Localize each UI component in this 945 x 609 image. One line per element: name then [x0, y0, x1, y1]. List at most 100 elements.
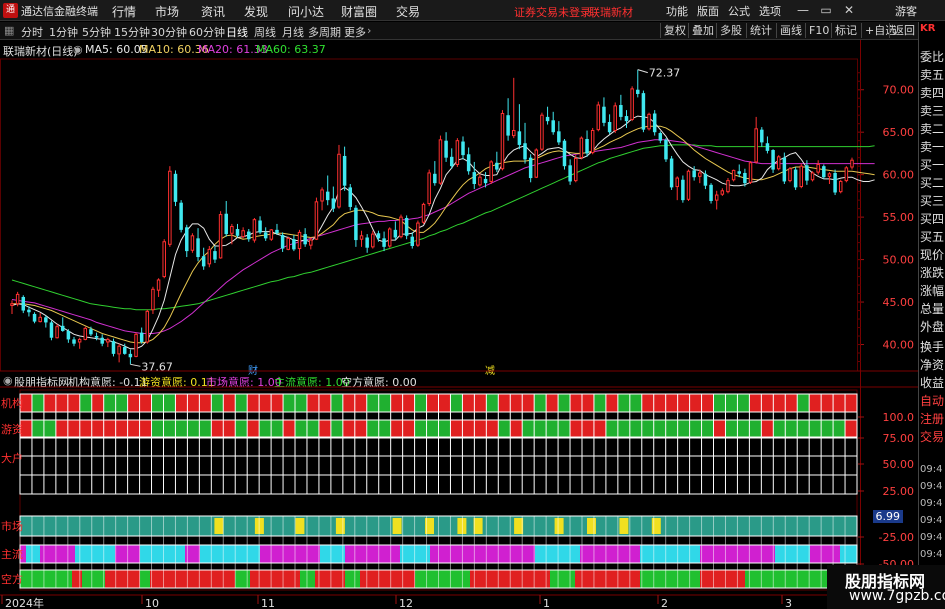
quote-item-20[interactable]: 注册: [920, 410, 944, 427]
candle-body-down: [331, 198, 336, 209]
menu-xuanxiang[interactable]: 选项: [759, 3, 781, 19]
jigou-cell: [330, 394, 343, 412]
youzi-cell: [653, 420, 666, 437]
x-axis-label: 1: [543, 597, 550, 609]
candle-body-up: [399, 216, 403, 238]
youzi-cell: [593, 420, 606, 437]
btn-tongji[interactable]: 统计: [746, 23, 775, 38]
jigou-cell: [605, 394, 618, 412]
shichang-highlight: [295, 518, 305, 534]
menu-faxian[interactable]: 发现: [244, 3, 268, 20]
stock-link[interactable]: 联瑞新材: [589, 4, 633, 20]
indicator-row-label: 游资: [1, 423, 23, 436]
candle-body-up: [145, 310, 150, 343]
period-1min[interactable]: 1分钟: [49, 24, 78, 40]
youzi-cell: [570, 420, 582, 437]
menu-hangqing[interactable]: 行情: [112, 3, 136, 20]
kongfang-segment: [140, 570, 150, 588]
btn-biaoji[interactable]: 标记: [831, 23, 860, 38]
kongfang-segment: [250, 570, 300, 588]
chevron-right-icon[interactable]: ›: [367, 24, 371, 37]
btn-f10[interactable]: F10: [805, 23, 832, 38]
minimize-icon[interactable]: —: [795, 2, 811, 18]
grid-icon[interactable]: ▦: [4, 24, 14, 37]
guest-label[interactable]: 游客: [895, 3, 917, 19]
period-15min[interactable]: 15分钟: [114, 24, 150, 40]
btn-duogu[interactable]: 多股: [716, 23, 745, 38]
candle-body-down: [325, 191, 330, 201]
candle-body-down: [585, 138, 589, 154]
zhuliu-segment: [640, 545, 700, 563]
period-60min[interactable]: 60分钟: [189, 24, 225, 40]
kongfang-segment: [235, 570, 250, 588]
menu-banmian[interactable]: 版面: [697, 3, 719, 19]
shichang-highlight: [473, 518, 483, 534]
maximize-icon[interactable]: ▭: [818, 2, 834, 18]
jigou-cell: [67, 394, 80, 412]
btn-fuquan[interactable]: 复权: [660, 23, 689, 38]
period-monthly[interactable]: 月线: [282, 24, 304, 40]
x-axis-label: 3: [785, 597, 792, 609]
close-icon[interactable]: ✕: [841, 2, 857, 18]
candle-body-down: [393, 229, 398, 238]
jigou-cell: [570, 394, 582, 412]
period-more[interactable]: 更多: [344, 24, 366, 40]
period-fenshi[interactable]: 分时: [21, 24, 43, 40]
price-axis-label: 55.00: [883, 211, 915, 224]
btn-diejia[interactable]: 叠加: [688, 23, 717, 38]
kongfang-segment: [360, 570, 415, 588]
kongfang-segment: [760, 570, 827, 588]
candle-body-down: [49, 322, 54, 338]
kongfang-segment: [82, 570, 105, 588]
candle-body-down: [652, 113, 657, 133]
menu-shichang[interactable]: 市场: [155, 3, 179, 20]
jigou-cell: [749, 394, 762, 412]
jigou-cell: [845, 394, 857, 412]
quote-item-21[interactable]: 交易: [920, 428, 944, 445]
quote-item-4: 卖二: [920, 122, 945, 136]
zhuliu-segment: [535, 545, 565, 563]
period-5min[interactable]: 5分钟: [82, 24, 111, 40]
indicator-row-label: 市场: [1, 519, 23, 533]
menu-caifuquan[interactable]: 财富圈: [341, 3, 377, 20]
quote-item-10: 买五: [920, 230, 945, 244]
menu-wenxiaoda[interactable]: 问小达: [288, 3, 324, 20]
youzi-cell: [426, 420, 439, 437]
youzi-cell: [414, 420, 427, 437]
menu-gongneng[interactable]: 功能: [666, 3, 688, 19]
jigou-cell: [223, 394, 236, 412]
menu-gongshi[interactable]: 公式: [728, 3, 750, 19]
youzi-cell: [713, 420, 726, 437]
candle-body-down: [263, 232, 268, 239]
tick-time-5: 09:4: [920, 549, 943, 560]
candle-body-up: [630, 88, 634, 120]
login-alert[interactable]: 证券交易未登录: [514, 4, 591, 20]
period-weekly[interactable]: 周线: [254, 24, 276, 40]
jigou-cell: [283, 394, 296, 412]
period-daily[interactable]: 日线: [226, 24, 248, 40]
btn-fanhui[interactable]: 返回: [889, 23, 918, 38]
shichang-highlight: [214, 518, 224, 534]
jigou-cell: [402, 394, 415, 412]
youzi-cell: [462, 420, 475, 437]
x-axis-label: 2: [661, 597, 668, 609]
menu-zixun[interactable]: 资讯: [201, 3, 225, 20]
shichang-highlight: [651, 518, 661, 534]
x-axis-label: 11: [261, 597, 275, 609]
period-30min[interactable]: 30分钟: [151, 24, 187, 40]
zhuliu-segment: [580, 545, 640, 563]
candle-body-down: [822, 166, 826, 178]
menu-jiaoyi[interactable]: 交易: [396, 3, 420, 20]
kline-chart[interactable]: 70.00 65.00 60.00 55.00 50.00 45.00 40.00 72.37…: [0, 40, 918, 609]
period-multi[interactable]: 多周期: [308, 24, 341, 40]
candle-body-down: [461, 141, 465, 156]
btn-huaxian[interactable]: 画线: [776, 23, 805, 38]
youzi-cell: [31, 420, 44, 437]
candle-body-down: [743, 172, 747, 184]
candle-body-up: [218, 214, 223, 259]
youzi-cell: [223, 420, 236, 437]
quote-item-19[interactable]: 自动: [920, 392, 944, 409]
candle-body-down: [376, 233, 381, 239]
youzi-cell: [306, 420, 319, 437]
jigou-cell: [390, 394, 403, 412]
